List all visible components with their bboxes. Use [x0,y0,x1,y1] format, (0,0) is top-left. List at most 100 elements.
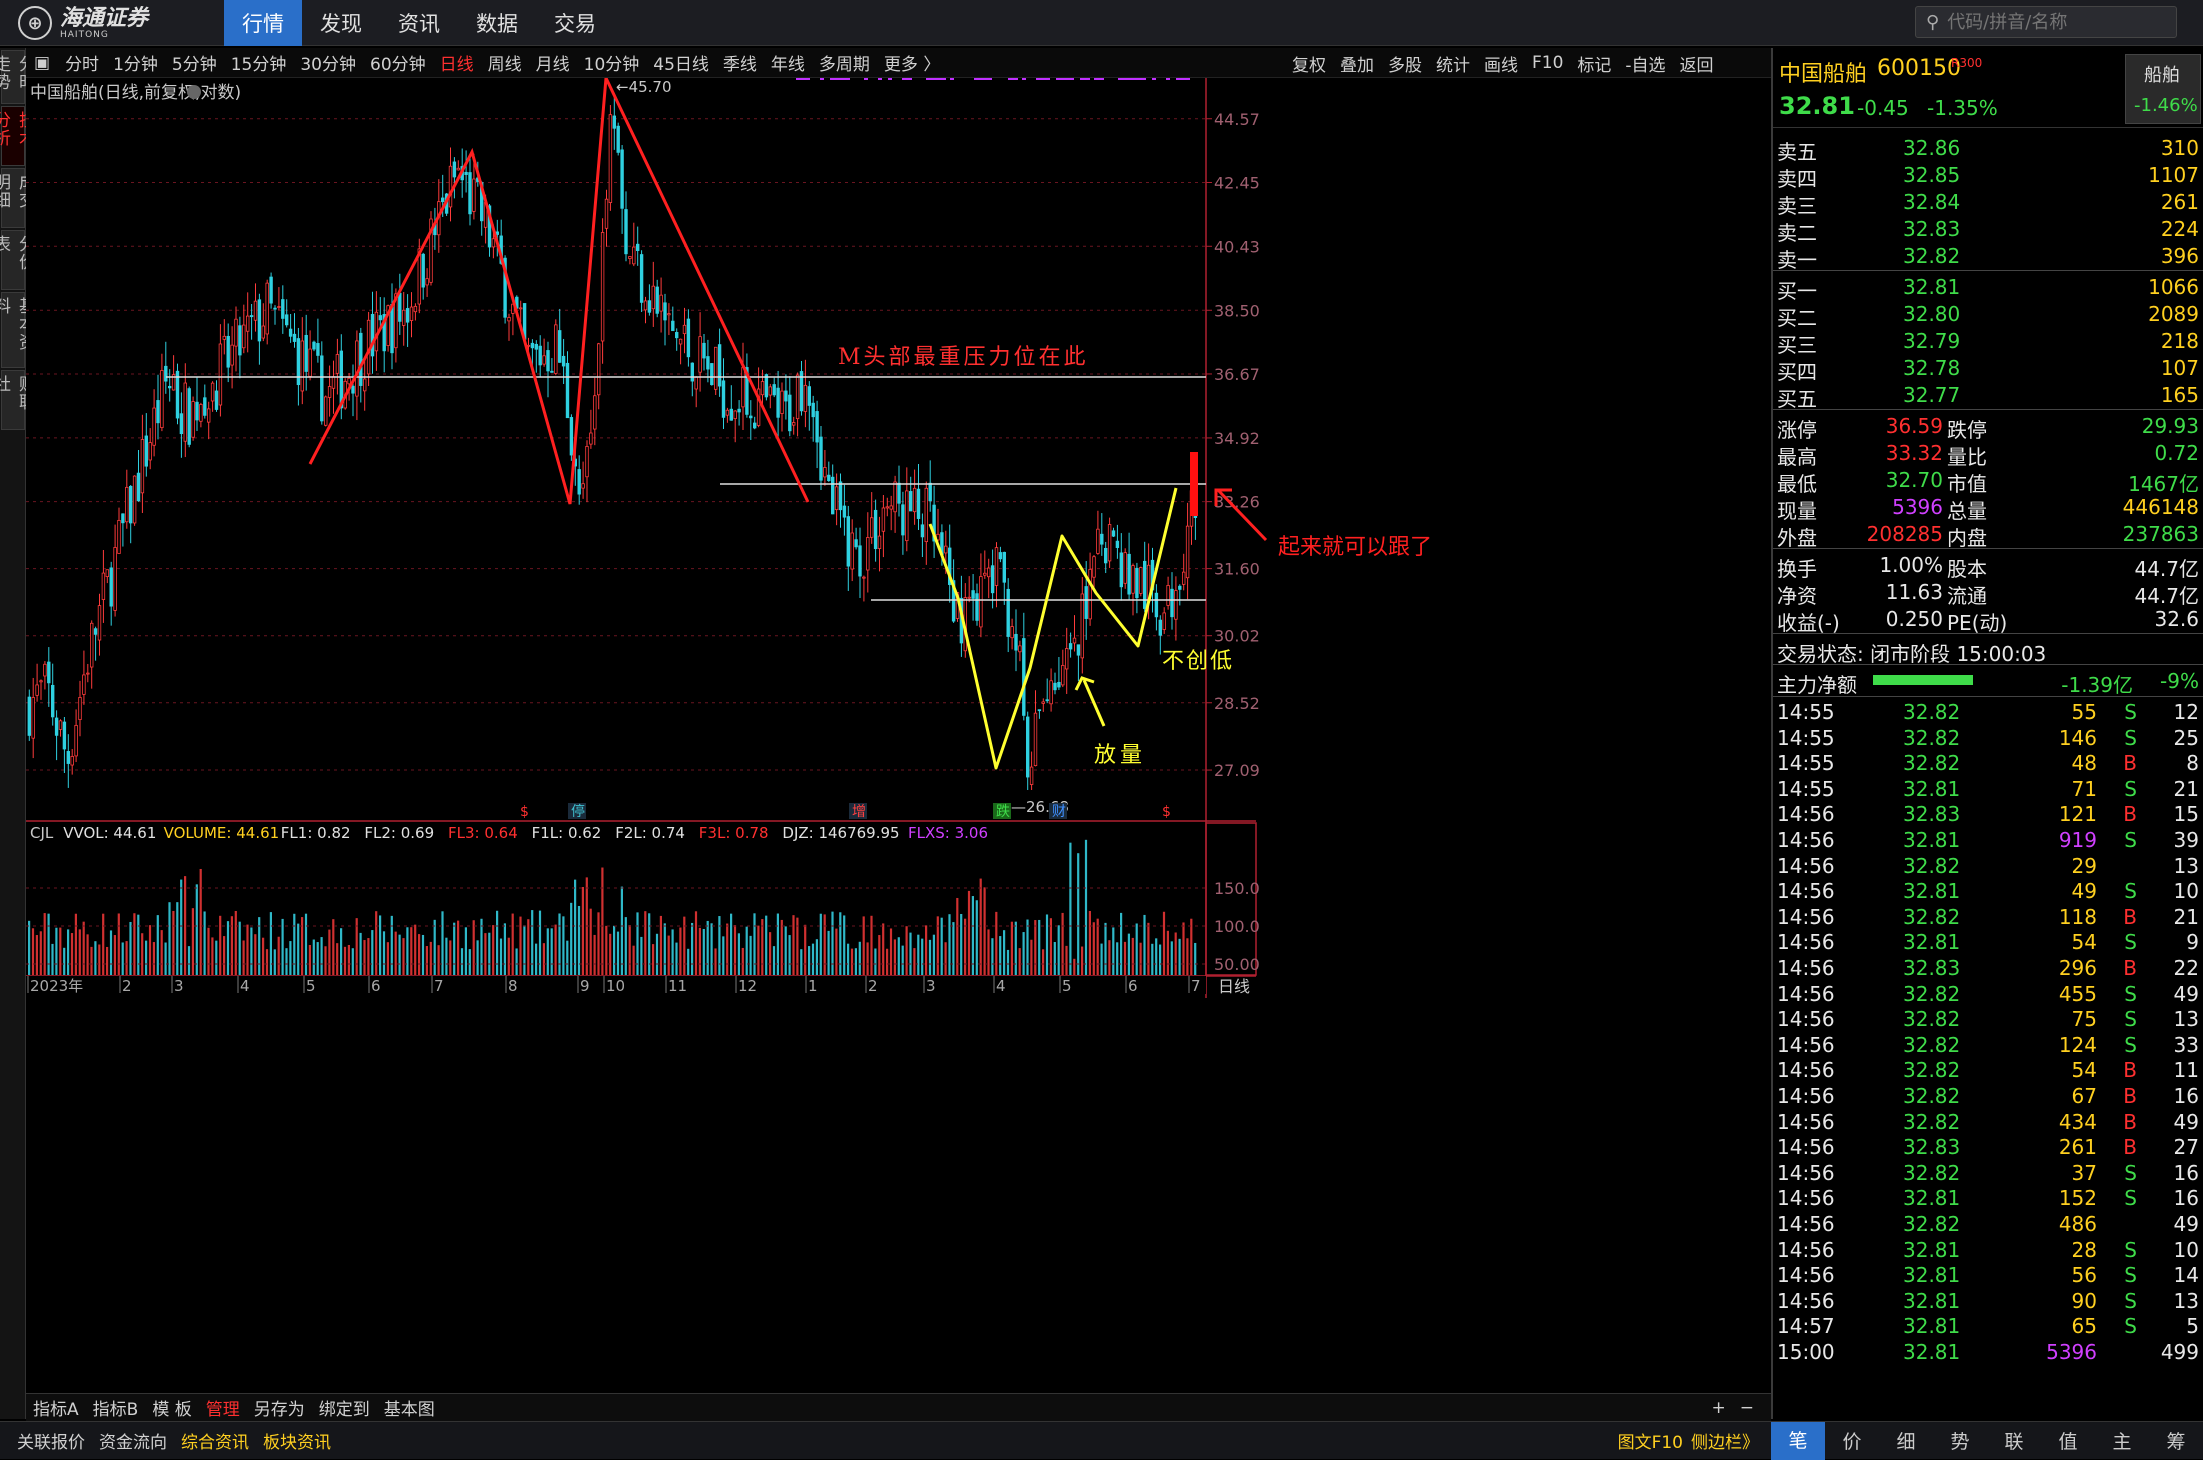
volume-bar [328,929,331,975]
volume-bar [726,923,729,975]
event-marker[interactable]: $ [520,804,529,820]
volume-tick-label: 100.0 [1214,917,1260,936]
search-box[interactable]: ⚲ [1915,6,2177,38]
vtab-cls[interactable]: 财联社 [0,370,35,430]
chart-tool-6[interactable]: 标记 [1570,49,1618,77]
quote-tab-7[interactable]: 筹 [2149,1427,2203,1454]
quote-tab-4[interactable]: 联 [1987,1427,2041,1454]
status-link-2[interactable]: 综合资讯 [174,1427,256,1455]
volume-bar [406,927,409,975]
indicator-btn-6[interactable]: 基本图 [377,1394,442,1422]
candle [132,475,137,524]
vtab-intraday[interactable]: 分时走势 [0,50,35,104]
tick-count: 12 [2173,700,2199,724]
chart-tool-3[interactable]: 统计 [1429,49,1477,77]
vtab-technical[interactable]: 技术分析 [0,106,35,166]
period-5[interactable]: 60分钟 [363,49,433,77]
period-13[interactable]: 多周期 [812,49,877,77]
event-marker[interactable]: 跌 [996,804,1010,820]
quote-tab-5[interactable]: 值 [2041,1427,2095,1454]
volume-indicator: VVOL: 44.61 [63,824,156,842]
sidebar-toggle[interactable]: 侧边栏》 [1691,1428,1759,1453]
event-marker[interactable]: 停 [571,803,585,820]
period-9[interactable]: 10分钟 [577,49,647,77]
volume-bar [1100,943,1103,975]
zoom-in-button[interactable]: + [1705,1394,1733,1422]
chart-tool-7[interactable]: -自选 [1618,49,1672,77]
period-2[interactable]: 5分钟 [165,49,224,77]
period-12[interactable]: 年线 [764,49,812,77]
price-change: -0.45 [1857,96,1909,120]
volume-bar [429,941,432,975]
candle [468,172,472,215]
event-marker[interactable]: $ [1162,804,1171,820]
quote-tab-0[interactable]: 笔 [1771,1421,1825,1460]
period-14[interactable]: 更多 〉 [877,49,947,77]
kline-chart[interactable]: 中国船舶(日线,前复权,对数) 44.57 42.45 40.43 38.50 36.67… [26,78,1771,1393]
fund-row: 换手 1.00% 股本 44.7亿 [1773,551,2203,581]
search-input[interactable] [1947,11,2158,33]
layout-icon[interactable]: ▣ [26,49,58,77]
period-8[interactable]: 月线 [529,49,577,77]
period-11[interactable]: 季线 [716,49,764,77]
nav-tab-trade[interactable]: 交易 [536,0,614,46]
event-marker[interactable]: 财 [1052,804,1066,820]
status-link-0[interactable]: 关联报价 [10,1427,92,1455]
candle [129,485,133,524]
indicator-btn-0[interactable]: 指标A [26,1394,86,1422]
chart-tool-0[interactable]: 复权 [1285,49,1333,77]
quote-tab-3[interactable]: 势 [1933,1427,1987,1454]
chart-tool-2[interactable]: 多股 [1381,49,1429,77]
indicator-btn-5[interactable]: 绑定到 [312,1394,377,1422]
vtab-trades[interactable]: 成交明细 [0,168,35,228]
volume-bar [1065,945,1068,975]
signal-mark [796,78,806,80]
quote-tab-1[interactable]: 价 [1825,1427,1879,1454]
chart-area[interactable]: 中国船舶(日线,前复权,对数) 44.57 42.45 40.43 38.50 36.67… [26,78,1771,1419]
volume-bar [741,947,744,975]
chevron-down-icon[interactable] [187,85,201,99]
indicator-btn-3[interactable]: 管理 [199,1394,247,1422]
period-6[interactable]: 日线 [433,49,481,77]
event-marker[interactable]: 增 [852,804,866,820]
nav-tab-market[interactable]: 行情 [224,0,302,46]
volume-bar [1178,938,1181,975]
quote-tab-2[interactable]: 细 [1879,1427,1933,1454]
quote-tab-6[interactable]: 主 [2095,1427,2149,1454]
candle [1010,626,1014,639]
candle [1006,588,1010,637]
chart-tool-8[interactable]: 返回 [1673,49,1721,77]
candle [1065,648,1069,670]
period-10[interactable]: 45日线 [646,49,716,77]
nav-tab-news[interactable]: 资讯 [380,0,458,46]
period-1[interactable]: 1分钟 [106,49,165,77]
period-4[interactable]: 30分钟 [293,49,363,77]
tick-time: 14:55 [1777,725,1835,750]
status-link-1[interactable]: 资金流向 [92,1427,174,1455]
vtab-price-table[interactable]: 分价表 [0,230,35,290]
volume-bar [145,940,148,975]
vtab-profile[interactable]: 基本资料 [0,292,35,368]
indicator-btn-1[interactable]: 指标B [86,1394,146,1422]
period-3[interactable]: 15分钟 [224,49,294,77]
candle [245,315,250,332]
indicator-btn-4[interactable]: 另存为 [247,1394,312,1422]
indicator-btn-2[interactable]: 模 板 [145,1394,198,1422]
volume-bar [1170,941,1173,975]
volume-bar [1057,925,1060,975]
f10-button[interactable]: 图文F10 [1618,1428,1683,1453]
tick-vol: 152 [2058,1186,2097,1211]
nav-tab-discover[interactable]: 发现 [302,0,380,46]
zoom-out-button[interactable]: − [1733,1394,1761,1422]
chart-tool-5[interactable]: F10 [1525,49,1570,77]
period-7[interactable]: 周线 [481,49,529,77]
candle [1053,682,1057,691]
chart-tool-1[interactable]: 叠加 [1333,49,1381,77]
sector-box[interactable]: 船舶 -1.46% [2125,54,2201,124]
nav-tab-data[interactable]: 数据 [458,0,536,46]
volume-bar [51,943,54,975]
volume-bar [453,922,456,975]
chart-tool-4[interactable]: 画线 [1477,49,1525,77]
period-0[interactable]: 分时 [58,49,106,77]
status-link-3[interactable]: 板块资讯 [256,1427,338,1455]
